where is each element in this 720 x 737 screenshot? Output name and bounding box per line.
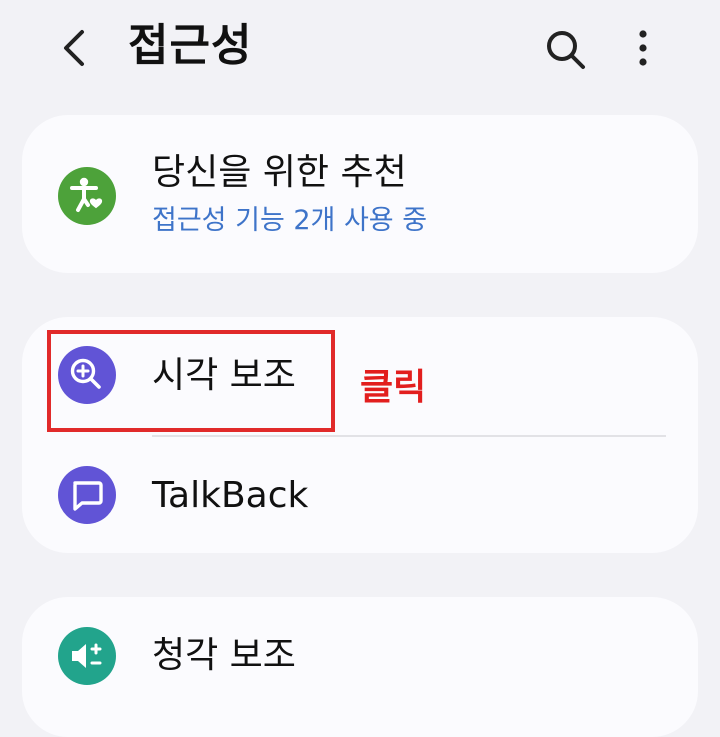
chevron-left-icon xyxy=(64,30,84,66)
click-annotation: 클릭 xyxy=(360,367,427,408)
back-button[interactable] xyxy=(54,24,98,72)
recommend-subtitle: 접근성 기능 2개 사용 중 xyxy=(152,205,428,236)
recommend-item[interactable]: 당신을 위한 추천 접근성 기능 2개 사용 중 xyxy=(22,115,698,273)
hearing-assist-title: 청각 보조 xyxy=(152,635,296,676)
more-options-button[interactable] xyxy=(626,24,660,72)
speaker-plus-minus-icon xyxy=(58,627,116,685)
app-header: 접근성 xyxy=(0,0,720,100)
search-button[interactable] xyxy=(542,26,588,72)
recommend-title: 당신을 위한 추천 xyxy=(152,152,407,193)
recommend-card: 당신을 위한 추천 접근성 기능 2개 사용 중 xyxy=(22,115,698,273)
speech-bubble-icon xyxy=(58,466,116,524)
vision-assist-title: 시각 보조 xyxy=(152,355,296,396)
hearing-card: 청각 보조 xyxy=(22,597,698,737)
zoom-in-icon xyxy=(58,346,116,404)
talkback-item[interactable]: TalkBack xyxy=(22,437,698,553)
more-vertical-icon xyxy=(639,30,647,66)
hearing-assist-item[interactable]: 청각 보조 xyxy=(22,597,698,717)
page-title: 접근성 xyxy=(128,20,253,71)
search-icon xyxy=(547,31,585,69)
accessibility-heart-icon xyxy=(58,167,116,225)
vision-card: 시각 보조 TalkBack xyxy=(22,317,698,553)
talkback-title: TalkBack xyxy=(152,475,309,516)
